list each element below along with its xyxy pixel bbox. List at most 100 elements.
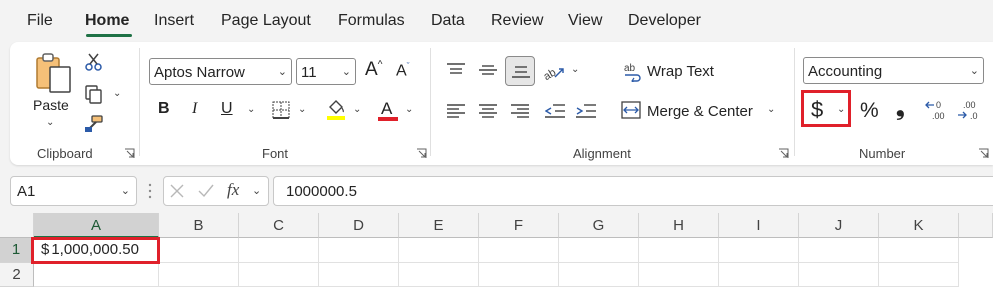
cell-f2[interactable] — [479, 263, 559, 287]
divider — [794, 48, 795, 156]
cell-j2[interactable] — [799, 263, 879, 287]
chevron-down-icon[interactable]: ⌄ — [252, 184, 261, 197]
tab-developer[interactable]: Developer — [628, 12, 701, 30]
cell-a2[interactable] — [34, 263, 159, 287]
merge-center-button[interactable]: Merge & Center — [647, 103, 753, 120]
alignment-dialog-launcher-icon[interactable] — [778, 148, 789, 159]
cell-f1[interactable] — [479, 238, 559, 263]
number-dialog-launcher-icon[interactable] — [978, 148, 989, 159]
row-header-2[interactable]: 2 — [0, 263, 34, 287]
align-center-icon[interactable] — [479, 103, 497, 119]
increase-decimal-icon[interactable]: 0.00 — [924, 99, 948, 121]
tab-home[interactable]: Home — [85, 12, 129, 30]
underline-chevron-down-icon[interactable]: ⌄ — [247, 104, 255, 115]
bold-button[interactable]: B — [158, 101, 170, 117]
cell-i1[interactable] — [719, 238, 799, 263]
copy-icon[interactable] — [84, 84, 104, 104]
cell-e2[interactable] — [399, 263, 479, 287]
column-header-f[interactable]: F — [479, 213, 559, 238]
tab-review[interactable]: Review — [491, 12, 543, 30]
insert-function-button[interactable]: fx — [227, 180, 239, 200]
cell-i2[interactable] — [719, 263, 799, 287]
cut-icon[interactable] — [85, 53, 103, 71]
font-size-value: 11 — [301, 64, 317, 81]
number-format-dropdown[interactable]: Accounting ⌄ — [803, 57, 984, 84]
align-right-icon[interactable] — [511, 103, 529, 119]
select-all-corner[interactable] — [0, 213, 34, 238]
tab-formulas[interactable]: Formulas — [338, 12, 405, 30]
column-header-e[interactable]: E — [399, 213, 479, 238]
tab-data[interactable]: Data — [431, 12, 465, 30]
underline-button[interactable]: U — [221, 101, 233, 117]
name-box[interactable]: A1 ⌄ — [10, 176, 137, 206]
increase-font-size-icon[interactable]: A^ — [365, 60, 382, 79]
column-header-h[interactable]: H — [639, 213, 719, 238]
cell-b1[interactable] — [159, 238, 239, 263]
orientation-chevron-down-icon[interactable]: ⌄ — [571, 64, 579, 75]
cell-c1[interactable] — [239, 238, 319, 263]
merge-center-icon[interactable] — [621, 101, 641, 119]
decrease-decimal-icon[interactable]: .00.0 — [957, 99, 983, 121]
column-header-c[interactable]: C — [239, 213, 319, 238]
cell-c2[interactable] — [239, 263, 319, 287]
italic-button[interactable]: I — [192, 101, 197, 117]
middle-align-icon[interactable] — [479, 63, 497, 77]
borders-chevron-down-icon[interactable]: ⌄ — [298, 104, 306, 115]
tab-view[interactable]: View — [568, 12, 602, 30]
cell-d1[interactable] — [319, 238, 399, 263]
tab-file[interactable]: File — [27, 12, 53, 30]
copy-chevron-down-icon[interactable]: ⌄ — [113, 88, 121, 99]
font-size-dropdown[interactable]: 11 ⌄ — [296, 58, 356, 85]
decrease-indent-icon[interactable] — [544, 103, 565, 119]
wrap-text-icon[interactable]: ab — [624, 62, 642, 84]
tab-page-layout[interactable]: Page Layout — [221, 12, 311, 30]
cell-e1[interactable] — [399, 238, 479, 263]
percent-style-button[interactable]: % — [860, 100, 879, 121]
cancel-icon[interactable] — [170, 184, 184, 198]
font-color-chevron-down-icon[interactable]: ⌄ — [405, 104, 413, 115]
fill-color-icon[interactable] — [326, 98, 346, 122]
cell-j1[interactable] — [799, 238, 879, 263]
column-header-k[interactable]: K — [879, 213, 959, 238]
cell-k1[interactable] — [879, 238, 959, 263]
cell-d2[interactable] — [319, 263, 399, 287]
paste-chevron-down-icon[interactable]: ⌄ — [46, 117, 54, 128]
number-format-value: Accounting — [808, 63, 883, 80]
paste-label[interactable]: Paste — [33, 97, 69, 113]
increase-indent-icon[interactable] — [576, 103, 596, 119]
decrease-font-size-icon[interactable]: Aˇ — [396, 62, 410, 79]
comma-style-button[interactable]: ❟ — [896, 97, 905, 119]
borders-icon[interactable] — [272, 101, 290, 119]
format-painter-icon[interactable] — [84, 114, 104, 134]
align-left-icon[interactable] — [447, 103, 465, 119]
column-header-d[interactable]: D — [319, 213, 399, 238]
font-dialog-launcher-icon[interactable] — [416, 148, 427, 159]
tab-insert[interactable]: Insert — [154, 12, 194, 30]
cell-k2[interactable] — [879, 263, 959, 287]
column-header-b[interactable]: B — [159, 213, 239, 238]
svg-text:0: 0 — [936, 100, 941, 110]
font-color-icon[interactable]: A — [378, 99, 398, 123]
fill-color-chevron-down-icon[interactable]: ⌄ — [353, 104, 361, 115]
formula-input[interactable]: 1000000.5 — [273, 176, 993, 206]
clipboard-dialog-launcher-icon[interactable] — [124, 148, 135, 159]
cell-g1[interactable] — [559, 238, 639, 263]
column-header-j[interactable]: J — [799, 213, 879, 238]
column-header-g[interactable]: G — [559, 213, 639, 238]
cell-b2[interactable] — [159, 263, 239, 287]
bottom-align-button[interactable] — [505, 56, 535, 86]
enter-icon[interactable] — [198, 184, 214, 198]
cell-h1[interactable] — [639, 238, 719, 263]
cell-g2[interactable] — [559, 263, 639, 287]
wrap-text-button[interactable]: Wrap Text — [647, 63, 714, 80]
font-name-dropdown[interactable]: Aptos Narrow ⌄ — [149, 58, 292, 85]
top-align-icon[interactable] — [447, 63, 465, 77]
cell-h2[interactable] — [639, 263, 719, 287]
orientation-icon[interactable]: ab — [542, 61, 565, 83]
column-header-a[interactable]: A — [34, 213, 159, 238]
paste-icon[interactable] — [34, 52, 74, 94]
row-header-1[interactable]: 1 — [0, 238, 34, 263]
column-header-i[interactable]: I — [719, 213, 799, 238]
merge-chevron-down-icon[interactable]: ⌄ — [767, 104, 775, 115]
drag-handle-icon[interactable] — [148, 182, 152, 200]
